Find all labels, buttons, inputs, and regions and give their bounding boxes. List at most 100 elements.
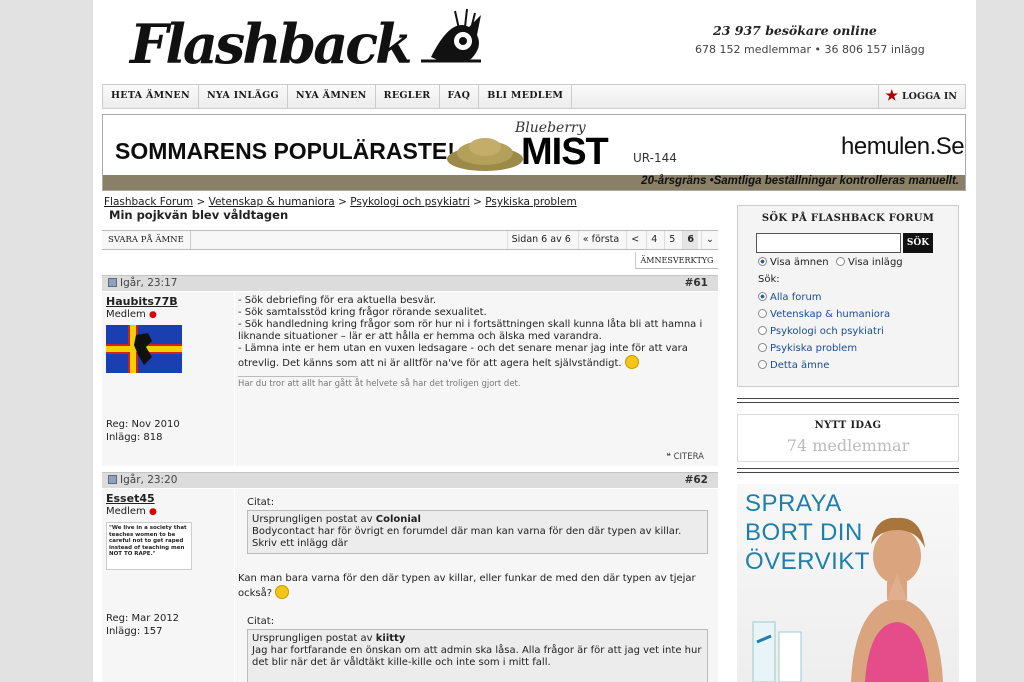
user-rank: Medlem ● — [106, 309, 157, 320]
page-current: 6 — [682, 231, 698, 249]
page: Flashback 23 937 besökare online 678 152… — [93, 0, 976, 682]
quote-author[interactable]: Colonial — [376, 514, 421, 525]
post-line: - Sök debriefing för era aktuella besvär… — [238, 295, 437, 306]
username[interactable]: Esset45 — [106, 492, 155, 505]
breadcrumb-forum[interactable]: Flashback Forum — [104, 196, 193, 208]
quote-button[interactable]: ❝ CITERA — [666, 452, 704, 462]
post-number[interactable]: #62 — [685, 474, 708, 486]
nav-new-posts[interactable]: NYA INLÄGG — [199, 85, 288, 108]
radio-on-icon — [758, 257, 767, 266]
nav-register[interactable]: BLI MEDLEM — [479, 85, 573, 108]
quote-author[interactable]: kiitty — [376, 633, 406, 644]
breadcrumb-sep: > — [338, 196, 347, 208]
avatar-image — [106, 325, 182, 373]
radio-off-icon — [758, 309, 767, 318]
search-in-label: Sök: — [758, 274, 780, 285]
breadcrumb-psykiska[interactable]: Psykiska problem — [485, 196, 576, 208]
quote-prefix: Ursprungligen postat av — [252, 633, 376, 644]
sidebar-search: SÖK PÅ FLASHBACK FORUM SÖK Visa ämnen Vi… — [737, 205, 959, 387]
post-content: - Sök debriefing för era aktuella besvär… — [235, 292, 718, 466]
page-prev[interactable]: < — [626, 231, 643, 249]
radio-off-icon — [758, 343, 767, 352]
banner-footer: 20-årsgräns •Samtliga beställningar kont… — [641, 175, 959, 187]
smiley-icon — [275, 585, 290, 599]
user-rank-label: Medlem — [106, 506, 146, 517]
post-date-text: Igår, 23:17 — [120, 277, 178, 289]
search-button[interactable]: SÖK — [903, 233, 933, 253]
post-header: Igår, 23:17 #61 — [102, 275, 718, 291]
radio-label: Detta ämne — [770, 360, 830, 371]
user-post-count: Inlägg: 818 — [106, 432, 163, 443]
user-reg: Reg: Mar 2012 Inlägg: 157 — [106, 612, 179, 638]
avatar-image: "We live in a society that teaches women… — [106, 522, 192, 570]
post-line: - Sök handledning kring frågor som rör h… — [238, 319, 703, 342]
radio-scope-thread[interactable]: Detta ämne — [758, 360, 829, 371]
page-first[interactable]: « första — [577, 231, 623, 249]
sidebar-divider — [737, 468, 959, 473]
post-line: - Sök samtalsstöd kring frågor rörande s… — [238, 307, 487, 318]
radio-show-posts[interactable]: Visa inlägg — [836, 257, 903, 268]
post-number[interactable]: #61 — [685, 277, 708, 289]
radio-scope-psykiska[interactable]: Psykiska problem — [758, 343, 857, 354]
radio-scope-vetenskap[interactable]: Vetenskap & humaniora — [758, 309, 890, 320]
quote-prefix: Ursprungligen postat av — [252, 514, 376, 525]
nav-rules[interactable]: REGLER — [376, 85, 440, 108]
site-header: Flashback 23 937 besökare online 678 152… — [93, 8, 976, 71]
user-reg-date: Reg: Nov 2010 — [106, 419, 180, 430]
quote-label: Citat: — [247, 616, 275, 627]
new-today-box: NYTT IDAG 74 medlemmar — [737, 414, 959, 462]
page-4[interactable]: 4 — [646, 231, 661, 249]
nav-faq[interactable]: FAQ — [440, 85, 480, 108]
search-input[interactable] — [756, 233, 901, 253]
new-today-title: NYTT IDAG — [814, 420, 882, 431]
post-line-text: - Lämna inte er hem utan en vuxen ledsag… — [238, 343, 688, 369]
site-logo[interactable]: Flashback — [130, 17, 413, 71]
quote-box: Ursprungligen postat av Colonial Bodycon… — [247, 510, 708, 554]
smiley-icon — [624, 355, 639, 369]
quote-text: Bodycontact har för övrigt en forumdel d… — [252, 526, 682, 549]
visitors-online: 23 937 besökare online — [713, 23, 877, 38]
post-content: Citat: Ursprungligen postat av Colonial … — [235, 489, 718, 682]
sidebar-ad[interactable]: SPRAYA BORT DIN ÖVERVIKT — [737, 484, 959, 682]
nav-new-topics[interactable]: NYA ÄMNEN — [288, 85, 376, 108]
reply-button[interactable]: SVARA PÅ ÄMNE — [102, 231, 191, 249]
user-reg: Reg: Nov 2010 Inlägg: 818 — [106, 418, 180, 444]
radio-off-icon — [836, 257, 845, 266]
banner-code: UR-144 — [633, 151, 677, 165]
woman-photo — [851, 517, 943, 682]
nav-hot-topics[interactable]: HETA ÄMNEN — [103, 85, 199, 108]
radio-on-icon — [758, 292, 767, 301]
quote-box: Ursprungligen postat av kiitty Jag har f… — [247, 629, 708, 682]
radio-label: Visa ämnen — [770, 257, 829, 268]
banner-product: MIST — [521, 131, 609, 173]
banner-headline: SOMMARENS POPULÄRASTE! — [115, 138, 455, 164]
banner-ad[interactable]: SOMMARENS POPULÄRASTE! Blueberry MIST UR… — [102, 114, 966, 191]
pagination: Sidan 6 av 6 « första < 4 5 6 ⌄ — [506, 231, 718, 249]
main-navbar: HETA ÄMNEN NYA INLÄGG NYA ÄMNEN REGLER F… — [102, 84, 966, 109]
page-5[interactable]: 5 — [664, 231, 679, 249]
post-userinfo: Haubits77B Medlem ● Reg: Nov 2010 Inlägg:… — [102, 292, 234, 466]
post-text: - Sök debriefing för era aktuella besvär… — [238, 295, 713, 370]
breadcrumb: Flashback Forum > Vetenskap & humaniora … — [104, 196, 577, 208]
quote-author-line: Ursprungligen postat av Colonial — [252, 514, 703, 526]
spray-bottle-icon — [752, 621, 802, 682]
breadcrumb-vetenskap[interactable]: Vetenskap & humaniora — [209, 196, 335, 208]
user-rank-label: Medlem — [106, 309, 146, 320]
user-post-count: Inlägg: 157 — [106, 626, 163, 637]
post-date: Igår, 23:20 — [108, 474, 177, 486]
radio-show-topics[interactable]: Visa ämnen — [758, 257, 829, 268]
page-menu-icon[interactable]: ⌄ — [701, 231, 718, 249]
thread-tools-button[interactable]: ÄMNESVERKTYG — [635, 252, 718, 269]
login-link[interactable]: ★ LOGGA IN — [878, 85, 957, 108]
quote-icon: ❝ — [666, 452, 674, 462]
signature: Har du tror att allt har gått åt helvete… — [238, 379, 521, 389]
radio-scope-all[interactable]: Alla forum — [758, 292, 822, 303]
ad-line: SPRAYA — [745, 490, 842, 517]
radio-off-icon — [758, 326, 767, 335]
thread-toolbar: SVARA PÅ ÄMNE Sidan 6 av 6 « första < 4 … — [102, 230, 718, 250]
post-icon — [108, 475, 117, 484]
breadcrumb-psykologi[interactable]: Psykologi och psykiatri — [350, 196, 470, 208]
offline-status-icon: ● — [149, 310, 157, 320]
username[interactable]: Haubits77B — [106, 295, 178, 308]
radio-scope-psykologi[interactable]: Psykologi och psykiatri — [758, 326, 884, 337]
